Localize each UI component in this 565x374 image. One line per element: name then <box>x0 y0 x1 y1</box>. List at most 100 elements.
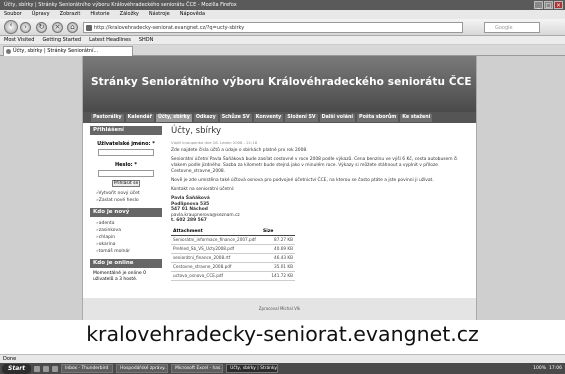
menu-tools[interactable]: Nástroje <box>149 10 170 19</box>
paragraph: Kontakt na seniorátní účetní: <box>171 187 235 192</box>
attachment-link[interactable]: uctova_osnova_CCE.pdf <box>171 271 261 281</box>
bookmarks-toolbar: Most Visited Getting Started Latest Head… <box>0 36 565 45</box>
screenshot: Účty, sbírky | Stránky Seniorátního výbo… <box>0 0 565 374</box>
stop-icon[interactable]: × <box>52 22 63 33</box>
username-field[interactable] <box>98 149 154 156</box>
user-link[interactable]: adenta <box>96 220 162 227</box>
table-row: Cestovne_stravne_2008.pdf 35.01 KB <box>171 262 295 272</box>
contact-phone: t. 602 289 567 <box>171 218 207 224</box>
who-new-heading: Kdo je nový <box>90 208 162 217</box>
tab-title: Účty, sbírky | Stránky Seniorátní... <box>13 48 99 54</box>
menu-history[interactable]: Historie <box>90 10 109 19</box>
sidebar: Přihlášení Uživatelské jméno: * Heslo: *… <box>90 126 162 286</box>
menu-help[interactable]: Nápověda <box>180 10 205 19</box>
attachment-size: 87.27 KB <box>261 235 295 245</box>
online-text: Momentálně je online 0 uživatelů a 3 hos… <box>93 271 146 282</box>
start-button[interactable]: Start <box>2 363 32 374</box>
menu-bookmarks[interactable]: Záložky <box>120 10 139 19</box>
bookmark-latest-headlines[interactable]: Latest Headlines <box>89 36 131 44</box>
close-icon[interactable]: × <box>554 1 563 9</box>
bookmark-getting-started[interactable]: Getting Started <box>42 36 81 44</box>
reload-icon[interactable]: ↻ <box>36 22 47 33</box>
menu-edit[interactable]: Úpravy <box>32 10 50 19</box>
address-bar[interactable]: http://kralovehradecky-seniorat.evangnet… <box>83 22 463 33</box>
back-icon[interactable]: ‹ <box>4 20 18 34</box>
paragraph: Zde najdete čísla účtů a údaje o sbírkác… <box>171 148 308 153</box>
attachment-link[interactable]: Prehled_Sb_VS_Ucty2008.pdf <box>171 244 261 254</box>
quick-launch-icon[interactable] <box>52 365 59 372</box>
password-label: Heslo: * <box>114 162 138 168</box>
new-users-list: adenta zasinkova chlapin okarina tomáš m… <box>96 220 162 255</box>
table-row: seniorátní_finance_2008.rtf 46.43 KB <box>171 253 295 263</box>
attachment-link[interactable]: Cestovne_stravne_2008.pdf <box>171 262 261 272</box>
home-icon[interactable]: ⌂ <box>67 22 78 33</box>
maximize-icon[interactable]: □ <box>544 1 553 9</box>
account-links: Vytvořit nový účet Zaslat nové heslo <box>96 190 162 204</box>
attachment-size: 46.43 KB <box>261 253 295 263</box>
nav-item-posta-sborum[interactable]: Pošta sborům <box>357 113 399 122</box>
user-link[interactable]: tomáš molnár <box>96 248 162 255</box>
system-tray: 100% 17:06 <box>533 366 565 371</box>
quick-launch-icon[interactable] <box>43 365 50 372</box>
attachment-link[interactable]: seniorátní_finance_2008.rtf <box>171 253 261 263</box>
menu-file[interactable]: Soubor <box>4 10 22 19</box>
taskbar-item-document[interactable]: Hospodářské zprávy... <box>116 364 169 373</box>
post-meta: Vložil knoupenka dne 28. Leden 2008 - 21… <box>171 140 258 145</box>
attachment-size: 40.69 KB <box>261 244 295 254</box>
tray-zoom: 100% <box>533 366 547 371</box>
table-row: uctova_osnova_CCE.pdf 141.72 KB <box>171 271 295 281</box>
nav-item-schuze-sv[interactable]: Schůze SV <box>219 113 252 122</box>
bookmark-most-visited[interactable]: Most Visited <box>4 36 34 44</box>
nav-item-odkazy[interactable]: Odkazy <box>193 113 218 122</box>
main-content: Účty, sbírky Vložil knoupenka dne 28. Le… <box>171 126 471 281</box>
site-title: Stránky Seniorátního výboru Královéhrade… <box>91 76 472 88</box>
status-bar: Done <box>0 354 565 363</box>
search-input[interactable]: Google <box>484 22 540 33</box>
menu-bar: Soubor Úpravy Zobrazit Historie Záložky … <box>0 10 565 19</box>
taskbar-item-thunderbird[interactable]: Inbox - Thunderbird <box>61 364 114 373</box>
paragraph: Seniorátní účetní Pavla Šaňáková bude za… <box>171 157 458 174</box>
quick-launch-icon[interactable] <box>34 365 41 372</box>
column-header-attachment: Attachment <box>171 227 261 236</box>
taskbar-item-firefox[interactable]: Účty, sbírky | Stránky... <box>226 364 279 373</box>
site-favicon-icon <box>86 25 92 31</box>
menu-view[interactable]: Zobrazit <box>60 10 81 19</box>
status-text: Done <box>3 356 17 362</box>
who-online-heading: Kdo je online <box>90 259 162 268</box>
user-link[interactable]: chlapin <box>96 234 162 241</box>
paragraph: Nově je zde umístěna také účtová osnova … <box>171 178 434 183</box>
url-caption: kralovehradecky-seniorat.evangnet.cz <box>86 322 479 346</box>
tray-clock: 17:06 <box>549 366 562 371</box>
attachment-link[interactable]: Seniorátní_informace_finance_2007.pdf <box>171 235 261 245</box>
bookmark-shdn[interactable]: SHDN <box>139 36 154 44</box>
navigation-toolbar: ‹ › ↻ × ⌂ http://kralovehradecky-seniora… <box>0 19 565 36</box>
address-url: http://kralovehradecky-seniorat.evangnet… <box>94 25 245 31</box>
nav-item-ke-stazeni[interactable]: Ke stažení <box>400 113 433 122</box>
page-title: Účty, sbírky <box>171 126 221 136</box>
nav-item-dalsi-volani[interactable]: Další volání <box>319 113 356 122</box>
window-titlebar: Účty, sbírky | Stránky Seniorátního výbo… <box>0 0 565 10</box>
taskbar-item-excel[interactable]: Microsoft Excel - has... <box>171 364 224 373</box>
browser-tab[interactable]: Účty, sbírky | Stránky Seniorátní... <box>3 46 133 56</box>
nav-item-ucty-sbirky[interactable]: Účty, sbírky <box>155 113 192 122</box>
user-link[interactable]: zasinkova <box>96 227 162 234</box>
contact-block: Pavla Šaňáková Podlipnova 535 547 01 Nác… <box>171 196 471 224</box>
nav-item-slozeni-sv[interactable]: Složení SV <box>285 113 318 122</box>
attachment-size: 35.01 KB <box>261 262 295 272</box>
password-field[interactable] <box>98 170 154 177</box>
nav-item-pastoralky[interactable]: Pastorálky <box>91 113 124 122</box>
search-placeholder: Google <box>495 25 513 31</box>
website: Stránky Seniorátního výboru Královéhrade… <box>82 56 477 320</box>
forward-icon[interactable]: › <box>20 22 31 33</box>
minimize-icon[interactable]: _ <box>534 1 543 9</box>
nav-item-konventy[interactable]: Konventy <box>253 113 284 122</box>
create-account-link[interactable]: Vytvořit nový účet <box>96 190 162 197</box>
site-footer: Zpracoval Michal Vlk <box>83 298 476 320</box>
attachments-table: Attachment Size Seniorátní_informace_fin… <box>171 227 295 281</box>
login-button[interactable]: Přihlásit se <box>112 180 140 187</box>
new-password-link[interactable]: Zaslat nové heslo <box>96 197 162 204</box>
site-nav: Pastorálky Kalendář Účty, sbírky Odkazy … <box>83 112 476 123</box>
nav-item-kalendar[interactable]: Kalendář <box>125 113 154 122</box>
user-link[interactable]: okarina <box>96 241 162 248</box>
site-header: Stránky Seniorátního výboru Královéhrade… <box>83 56 476 112</box>
